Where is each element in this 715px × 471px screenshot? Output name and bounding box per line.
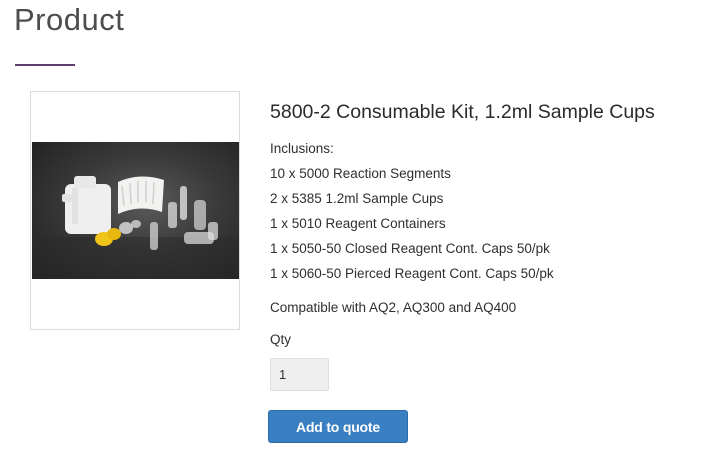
inclusion-item: 2 x 5385 1.2ml Sample Cups — [270, 191, 444, 206]
compatibility-note: Compatible with AQ2, AQ300 and AQ400 — [270, 300, 517, 315]
inclusion-item: 1 x 5050-50 Closed Reagent Cont. Caps 50… — [270, 241, 550, 256]
product-photo — [32, 142, 239, 279]
title-underline — [15, 64, 75, 66]
product-name: 5800-2 Consumable Kit, 1.2ml Sample Cups — [270, 101, 655, 123]
page-title: Product — [14, 2, 125, 37]
inclusion-item: 1 x 5060-50 Pierced Reagent Cont. Caps 5… — [270, 266, 554, 281]
add-to-quote-button[interactable]: Add to quote — [268, 410, 408, 443]
inclusion-item: 1 x 5010 Reagent Containers — [270, 216, 446, 231]
product-image-frame[interactable] — [30, 91, 240, 330]
product-photo-illustration — [32, 176, 239, 279]
inclusion-item: 10 x 5000 Reaction Segments — [270, 166, 451, 181]
qty-label: Qty — [270, 332, 292, 347]
qty-input[interactable] — [270, 358, 329, 391]
inclusions-heading: Inclusions: — [270, 141, 334, 156]
